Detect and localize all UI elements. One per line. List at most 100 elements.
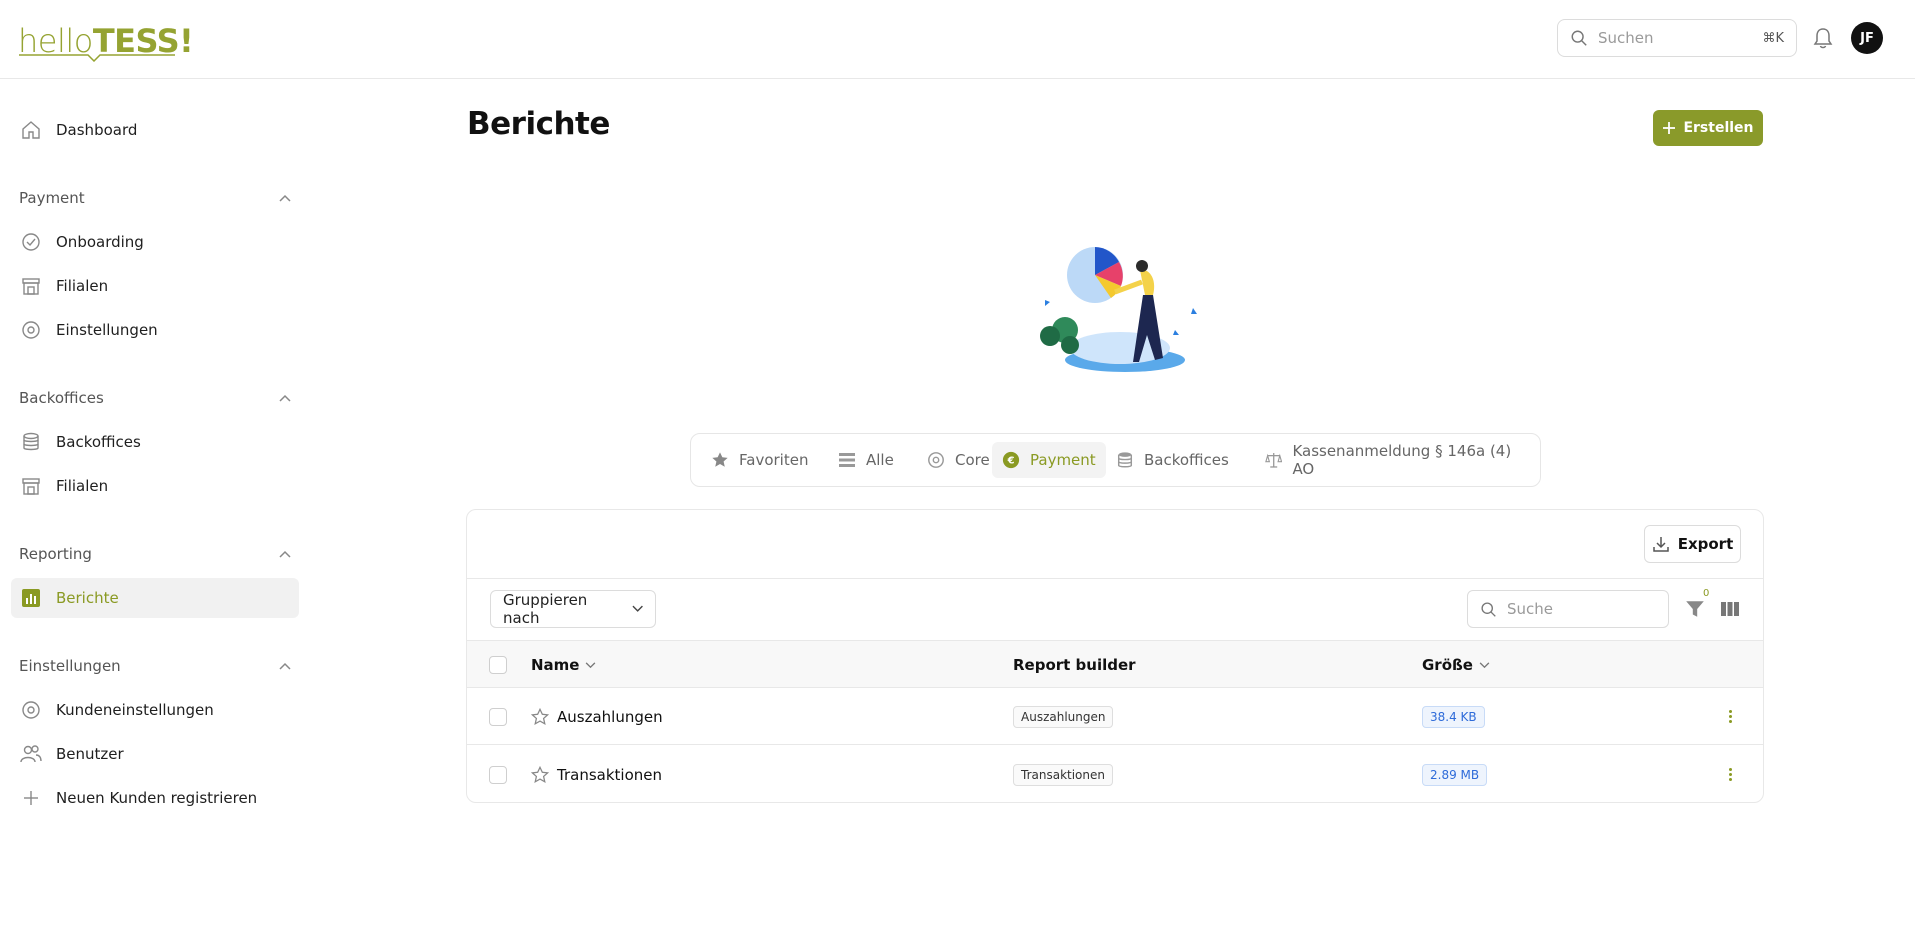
- create-button[interactable]: Erstellen: [1653, 110, 1763, 146]
- sidebar-item-dashboard[interactable]: Dashboard: [11, 110, 299, 150]
- row-checkbox[interactable]: [489, 688, 507, 745]
- tab-backoffices[interactable]: Backoffices: [1106, 442, 1239, 478]
- row-name-cell: Transaktionen: [531, 746, 662, 802]
- home-icon: [20, 119, 42, 141]
- download-icon: [1652, 537, 1669, 552]
- chevron-down-icon: [1479, 661, 1490, 668]
- sidebar-item-label: Backoffices: [56, 433, 141, 451]
- sidebar-item-label: Dashboard: [56, 121, 138, 139]
- database-icon: [1117, 452, 1133, 468]
- section-header-einstellungen[interactable]: Einstellungen: [19, 654, 291, 678]
- category-tabs: Favoriten Alle Core € Payment Backoffice…: [690, 433, 1541, 487]
- row-builder-cell: Transaktionen: [1013, 746, 1113, 802]
- sidebar-item-benutzer[interactable]: Benutzer: [11, 734, 299, 774]
- column-name-header[interactable]: Name: [531, 641, 596, 689]
- sidebar-item-onboarding[interactable]: Onboarding: [11, 222, 299, 262]
- tab-favoriten[interactable]: Favoriten: [701, 442, 818, 478]
- group-by-label: Gruppieren nach: [503, 591, 588, 627]
- tab-label: Backoffices: [1144, 451, 1229, 469]
- list-icon: [839, 453, 855, 467]
- column-label: Name: [531, 656, 580, 674]
- table-row[interactable]: Transaktionen Transaktionen 2.89 MB: [467, 746, 1763, 802]
- tab-alle[interactable]: Alle: [828, 442, 904, 478]
- euro-icon: €: [1002, 451, 1020, 469]
- sidebar-item-neuen-kunden[interactable]: Neuen Kunden registrieren: [11, 778, 299, 818]
- sidebar-item-label: Onboarding: [56, 233, 144, 251]
- select-all-checkbox[interactable]: [489, 641, 507, 689]
- section-title: Reporting: [19, 545, 92, 563]
- column-label: Größe: [1422, 656, 1473, 674]
- cog-icon: [928, 452, 944, 468]
- row-name[interactable]: Transaktionen: [557, 766, 662, 784]
- star-outline-icon[interactable]: [531, 707, 549, 726]
- store-icon: [20, 475, 42, 497]
- hellotess-logo[interactable]: helloTESS!: [18, 14, 194, 62]
- plus-icon: [20, 787, 42, 809]
- sidebar-item-berichte[interactable]: Berichte: [11, 578, 299, 618]
- row-checkbox[interactable]: [489, 746, 507, 802]
- size-tag: 38.4 KB: [1422, 705, 1485, 728]
- global-search-input[interactable]: Suchen ⌘K: [1557, 19, 1797, 57]
- search-icon: [1571, 30, 1587, 46]
- database-icon: [20, 431, 42, 453]
- group-by-dropdown[interactable]: Gruppieren nach: [490, 590, 656, 628]
- table-row[interactable]: Auszahlungen Auszahlungen 38.4 KB: [467, 688, 1763, 745]
- bar-chart-icon: [20, 587, 42, 609]
- row-actions-menu[interactable]: [1729, 688, 1732, 745]
- sidebar-item-einstellungen[interactable]: Einstellungen: [11, 310, 299, 350]
- reports-illustration: [1040, 247, 1197, 372]
- sidebar-item-label: Neuen Kunden registrieren: [56, 789, 258, 807]
- column-builder-header: Report builder: [1013, 641, 1136, 689]
- logo-underline-icon: [19, 54, 175, 62]
- search-icon: [1481, 601, 1496, 617]
- bell-icon[interactable]: [1812, 26, 1834, 50]
- row-size-cell: 38.4 KB: [1422, 688, 1485, 745]
- export-button[interactable]: Export: [1644, 525, 1741, 563]
- svg-text:€: €: [1007, 456, 1015, 467]
- tab-payment[interactable]: € Payment: [992, 442, 1106, 478]
- gear-icon: [20, 319, 42, 341]
- row-size-cell: 2.89 MB: [1422, 746, 1488, 802]
- scale-icon: [1265, 453, 1283, 468]
- tab-label: Core: [955, 451, 990, 469]
- row-builder-cell: Auszahlungen: [1013, 688, 1114, 745]
- chevron-up-icon: [279, 662, 291, 670]
- sidebar-item-kundeneinstellungen[interactable]: Kundeneinstellungen: [11, 690, 299, 730]
- avatar[interactable]: JF: [1851, 22, 1883, 54]
- section-header-reporting[interactable]: Reporting: [19, 542, 291, 566]
- table-search-input[interactable]: Suche: [1467, 590, 1669, 628]
- tab-core[interactable]: Core: [917, 442, 1000, 478]
- tab-label: Kassenanmeldung § 146a (4) AO: [1292, 442, 1512, 478]
- star-icon: [712, 452, 728, 467]
- builder-tag: Auszahlungen: [1013, 705, 1114, 728]
- sidebar: Dashboard Payment Onboarding Filialen Ei…: [0, 80, 310, 932]
- export-label: Export: [1677, 535, 1734, 553]
- row-actions-menu[interactable]: [1729, 746, 1732, 802]
- search-shortcut: ⌘K: [1762, 30, 1784, 46]
- section-title: Einstellungen: [19, 657, 121, 675]
- check-circle-icon: [20, 231, 42, 253]
- filter-icon[interactable]: [1684, 598, 1706, 620]
- chevron-up-icon: [279, 550, 291, 558]
- search-placeholder: Suche: [1507, 600, 1554, 618]
- sidebar-item-filialen[interactable]: Filialen: [11, 266, 299, 306]
- section-header-payment[interactable]: Payment: [19, 186, 291, 210]
- divider: [467, 578, 1763, 579]
- users-icon: [20, 743, 42, 765]
- column-size-header[interactable]: Größe: [1422, 641, 1490, 689]
- tab-kassenanmeldung[interactable]: Kassenanmeldung § 146a (4) AO: [1255, 442, 1540, 478]
- sidebar-item-label: Einstellungen: [56, 321, 158, 339]
- sidebar-item-label: Benutzer: [56, 745, 124, 763]
- sidebar-item-backoffices[interactable]: Backoffices: [11, 422, 299, 462]
- sidebar-item-filialen-backoffice[interactable]: Filialen: [11, 466, 299, 506]
- chevron-down-icon: [632, 605, 643, 612]
- star-outline-icon[interactable]: [531, 765, 549, 784]
- kebab-icon: [1729, 768, 1732, 781]
- section-header-backoffices[interactable]: Backoffices: [19, 386, 291, 410]
- sidebar-item-label: Filialen: [56, 477, 109, 495]
- columns-icon[interactable]: [1720, 599, 1740, 619]
- store-icon: [20, 275, 42, 297]
- gear-icon: [20, 699, 42, 721]
- row-name[interactable]: Auszahlungen: [557, 708, 663, 726]
- sidebar-item-label: Kundeneinstellungen: [56, 701, 214, 719]
